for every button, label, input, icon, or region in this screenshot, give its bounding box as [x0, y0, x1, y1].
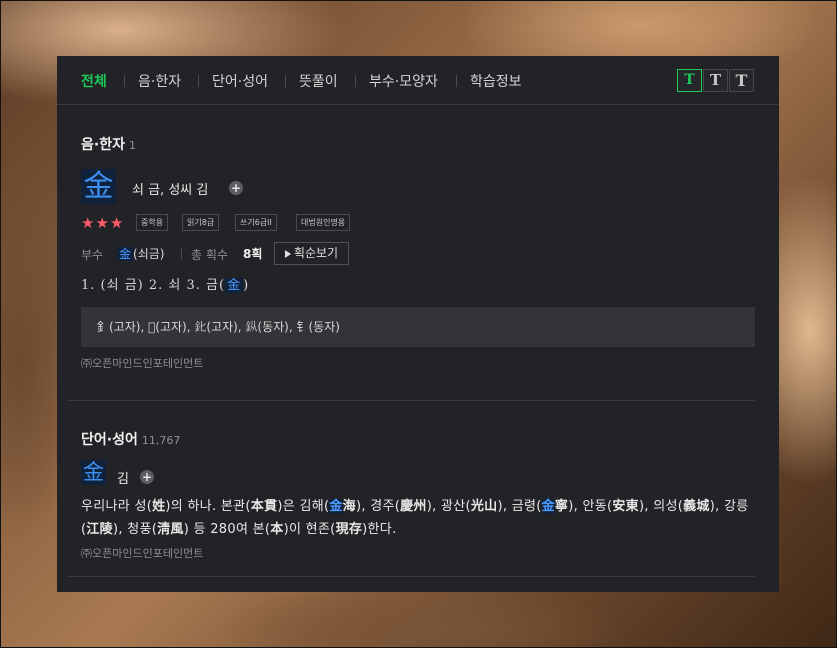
readings-close: )	[243, 278, 250, 293]
word-source-credit: ㈜오픈마인드인포테인먼트	[81, 547, 204, 560]
description-text: )이 현존(	[283, 522, 336, 537]
description-text: )은 김해(	[277, 499, 330, 514]
description-hanja[interactable]: 海	[343, 499, 356, 514]
words-section-label: 단어·성어	[81, 432, 138, 448]
variant-characters: 釒(고자), 𨥁(고자), 𨤽(고자), 𨥎(동자), 钅(동자)	[97, 320, 340, 334]
words-section-title: 단어·성어 11,767	[81, 429, 180, 449]
description-text: ), 청풍(	[112, 522, 158, 537]
font-size-small-button[interactable]: T	[677, 69, 702, 92]
tab-meaning[interactable]: 뜻풀이	[299, 71, 338, 91]
stroke-order-button[interactable]: 획순보기	[274, 242, 349, 265]
strokes-value: 8획	[243, 247, 263, 261]
description-hanja[interactable]: 義城	[683, 499, 710, 514]
word-description: 우리나라 성(姓)의 하나. 본관(本貫)은 김해(金海), 경주(慶州), 광…	[81, 495, 757, 541]
badge-read-grade: 읽기8급	[182, 214, 220, 231]
radical-character: 金	[117, 247, 134, 261]
play-icon	[284, 249, 291, 258]
tab-all[interactable]: 전체	[81, 71, 107, 91]
description-hanja[interactable]: 淸風	[157, 522, 184, 537]
radical-reading: (쇠금)	[133, 247, 165, 261]
description-text: )의 하나. 본관(	[165, 499, 251, 514]
radical-label: 부수	[81, 248, 104, 262]
description-text: 우리나라 성(	[81, 499, 153, 514]
tab-words-idioms[interactable]: 단어·성어	[212, 71, 268, 91]
tab-separator	[124, 75, 125, 87]
tab-separator	[285, 75, 286, 87]
dictionary-panel: 전체 음·한자 단어·성어 뜻풀이 부수·모양자 학습정보 T T T 음·한자…	[57, 56, 779, 592]
tab-separator	[355, 75, 356, 87]
strokes-label: 총 획수	[191, 248, 228, 262]
tab-bar: 전체 음·한자 단어·성어 뜻풀이 부수·모양자 학습정보 T T T	[57, 56, 779, 105]
description-hanja[interactable]: 寧	[555, 499, 568, 514]
description-text: ), 광산(	[426, 499, 471, 514]
hanja-section-label: 음·한자	[81, 137, 125, 153]
description-text: ), 안동(	[568, 499, 613, 514]
description-hanja-highlight[interactable]: 金	[329, 499, 343, 514]
word-hanja-character[interactable]: 金	[81, 460, 106, 485]
readings-text: 1. (쇠 금) 2. 쇠 3. 금(	[81, 278, 226, 293]
tab-study-info[interactable]: 학습정보	[470, 71, 522, 91]
font-size-medium-button[interactable]: T	[703, 69, 728, 92]
font-size-large-button[interactable]: T	[729, 69, 754, 92]
tab-separator	[456, 75, 457, 87]
add-wordbook-icon[interactable]: +	[140, 470, 154, 484]
words-section-count: 11,767	[141, 434, 181, 447]
badge-middle-school: 중학용	[136, 214, 169, 231]
description-hanja[interactable]: 本	[270, 522, 283, 537]
description-hanja[interactable]: 光山	[471, 499, 498, 514]
description-hanja[interactable]: 姓	[152, 499, 165, 514]
badge-court-name: 대법원인명용	[296, 214, 351, 231]
main-hanja-character: 金	[81, 169, 116, 204]
stroke-order-label: 획순보기	[293, 246, 339, 260]
description-text: ) 등 280여 본(	[183, 522, 271, 537]
description-text: ), 금령(	[497, 499, 542, 514]
description-hanja[interactable]: 江陵	[86, 522, 113, 537]
readings-list: 1. (쇠 금) 2. 쇠 3. 금(金)	[81, 274, 249, 293]
section-divider	[67, 400, 755, 401]
tab-reading-hanja[interactable]: 음·한자	[138, 71, 181, 91]
badge-write-grade: 쓰기6급II	[235, 214, 277, 231]
description-hanja[interactable]: 現存	[336, 522, 363, 537]
add-wordbook-icon[interactable]: +	[229, 181, 243, 195]
description-hanja-highlight[interactable]: 金	[541, 499, 555, 514]
radical-info[interactable]: 金 (쇠금)	[117, 245, 164, 262]
info-separator	[181, 248, 182, 260]
description-text: ), 경주(	[355, 499, 401, 514]
hanja-section-title: 음·한자 1	[81, 134, 136, 154]
hanja-source-credit: ㈜오픈마인드인포테인먼트	[81, 357, 204, 370]
description-hanja[interactable]: 本貫	[251, 499, 278, 514]
description-hanja[interactable]: 慶州	[400, 499, 427, 514]
variant-characters-box: 釒(고자), 𨥁(고자), 𨤽(고자), 𨥎(동자), 钅(동자)	[81, 307, 755, 347]
section-divider	[67, 576, 755, 577]
tab-separator	[198, 75, 199, 87]
description-hanja[interactable]: 安東	[612, 499, 639, 514]
hanja-meaning: 쇠 금, 성씨 김	[132, 183, 209, 198]
description-text: )한다.	[362, 522, 397, 537]
word-reading: 김	[117, 472, 129, 487]
readings-hanja[interactable]: 金	[225, 278, 244, 293]
hanja-section-count: 1	[128, 139, 136, 152]
tab-radical-shape[interactable]: 부수·모양자	[369, 71, 438, 91]
importance-stars: ★★★	[81, 214, 125, 232]
description-text: ), 의성(	[638, 499, 684, 514]
